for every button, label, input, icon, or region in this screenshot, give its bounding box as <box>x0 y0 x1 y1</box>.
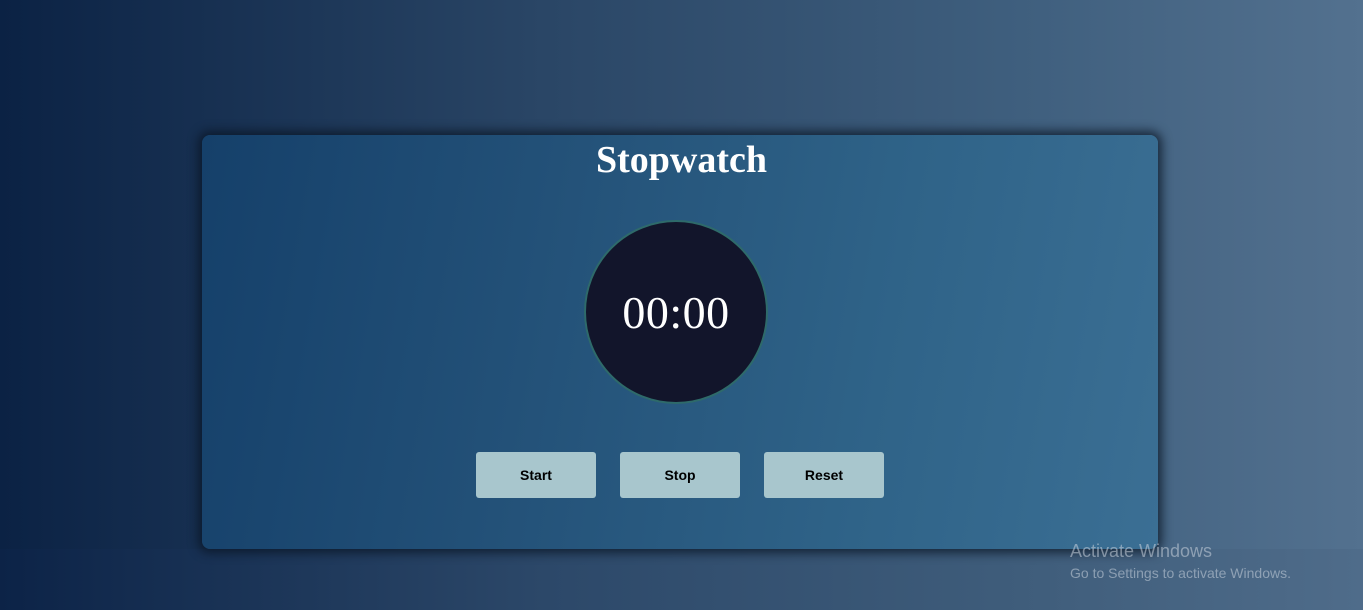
reset-button[interactable]: Reset <box>764 452 884 498</box>
watermark-title: Activate Windows <box>1070 541 1213 561</box>
page-title: Stopwatch <box>595 139 768 181</box>
activation-watermark: Activate Windows Go to Settings to activ… <box>1070 540 1291 582</box>
watermark-subtitle: Go to Settings to activate Windows. <box>1070 565 1291 581</box>
stop-button[interactable]: Stop <box>620 452 740 498</box>
start-button[interactable]: Start <box>476 452 596 498</box>
time-dial: 00:00 <box>584 220 768 404</box>
time-display: 00:00 <box>622 286 730 338</box>
